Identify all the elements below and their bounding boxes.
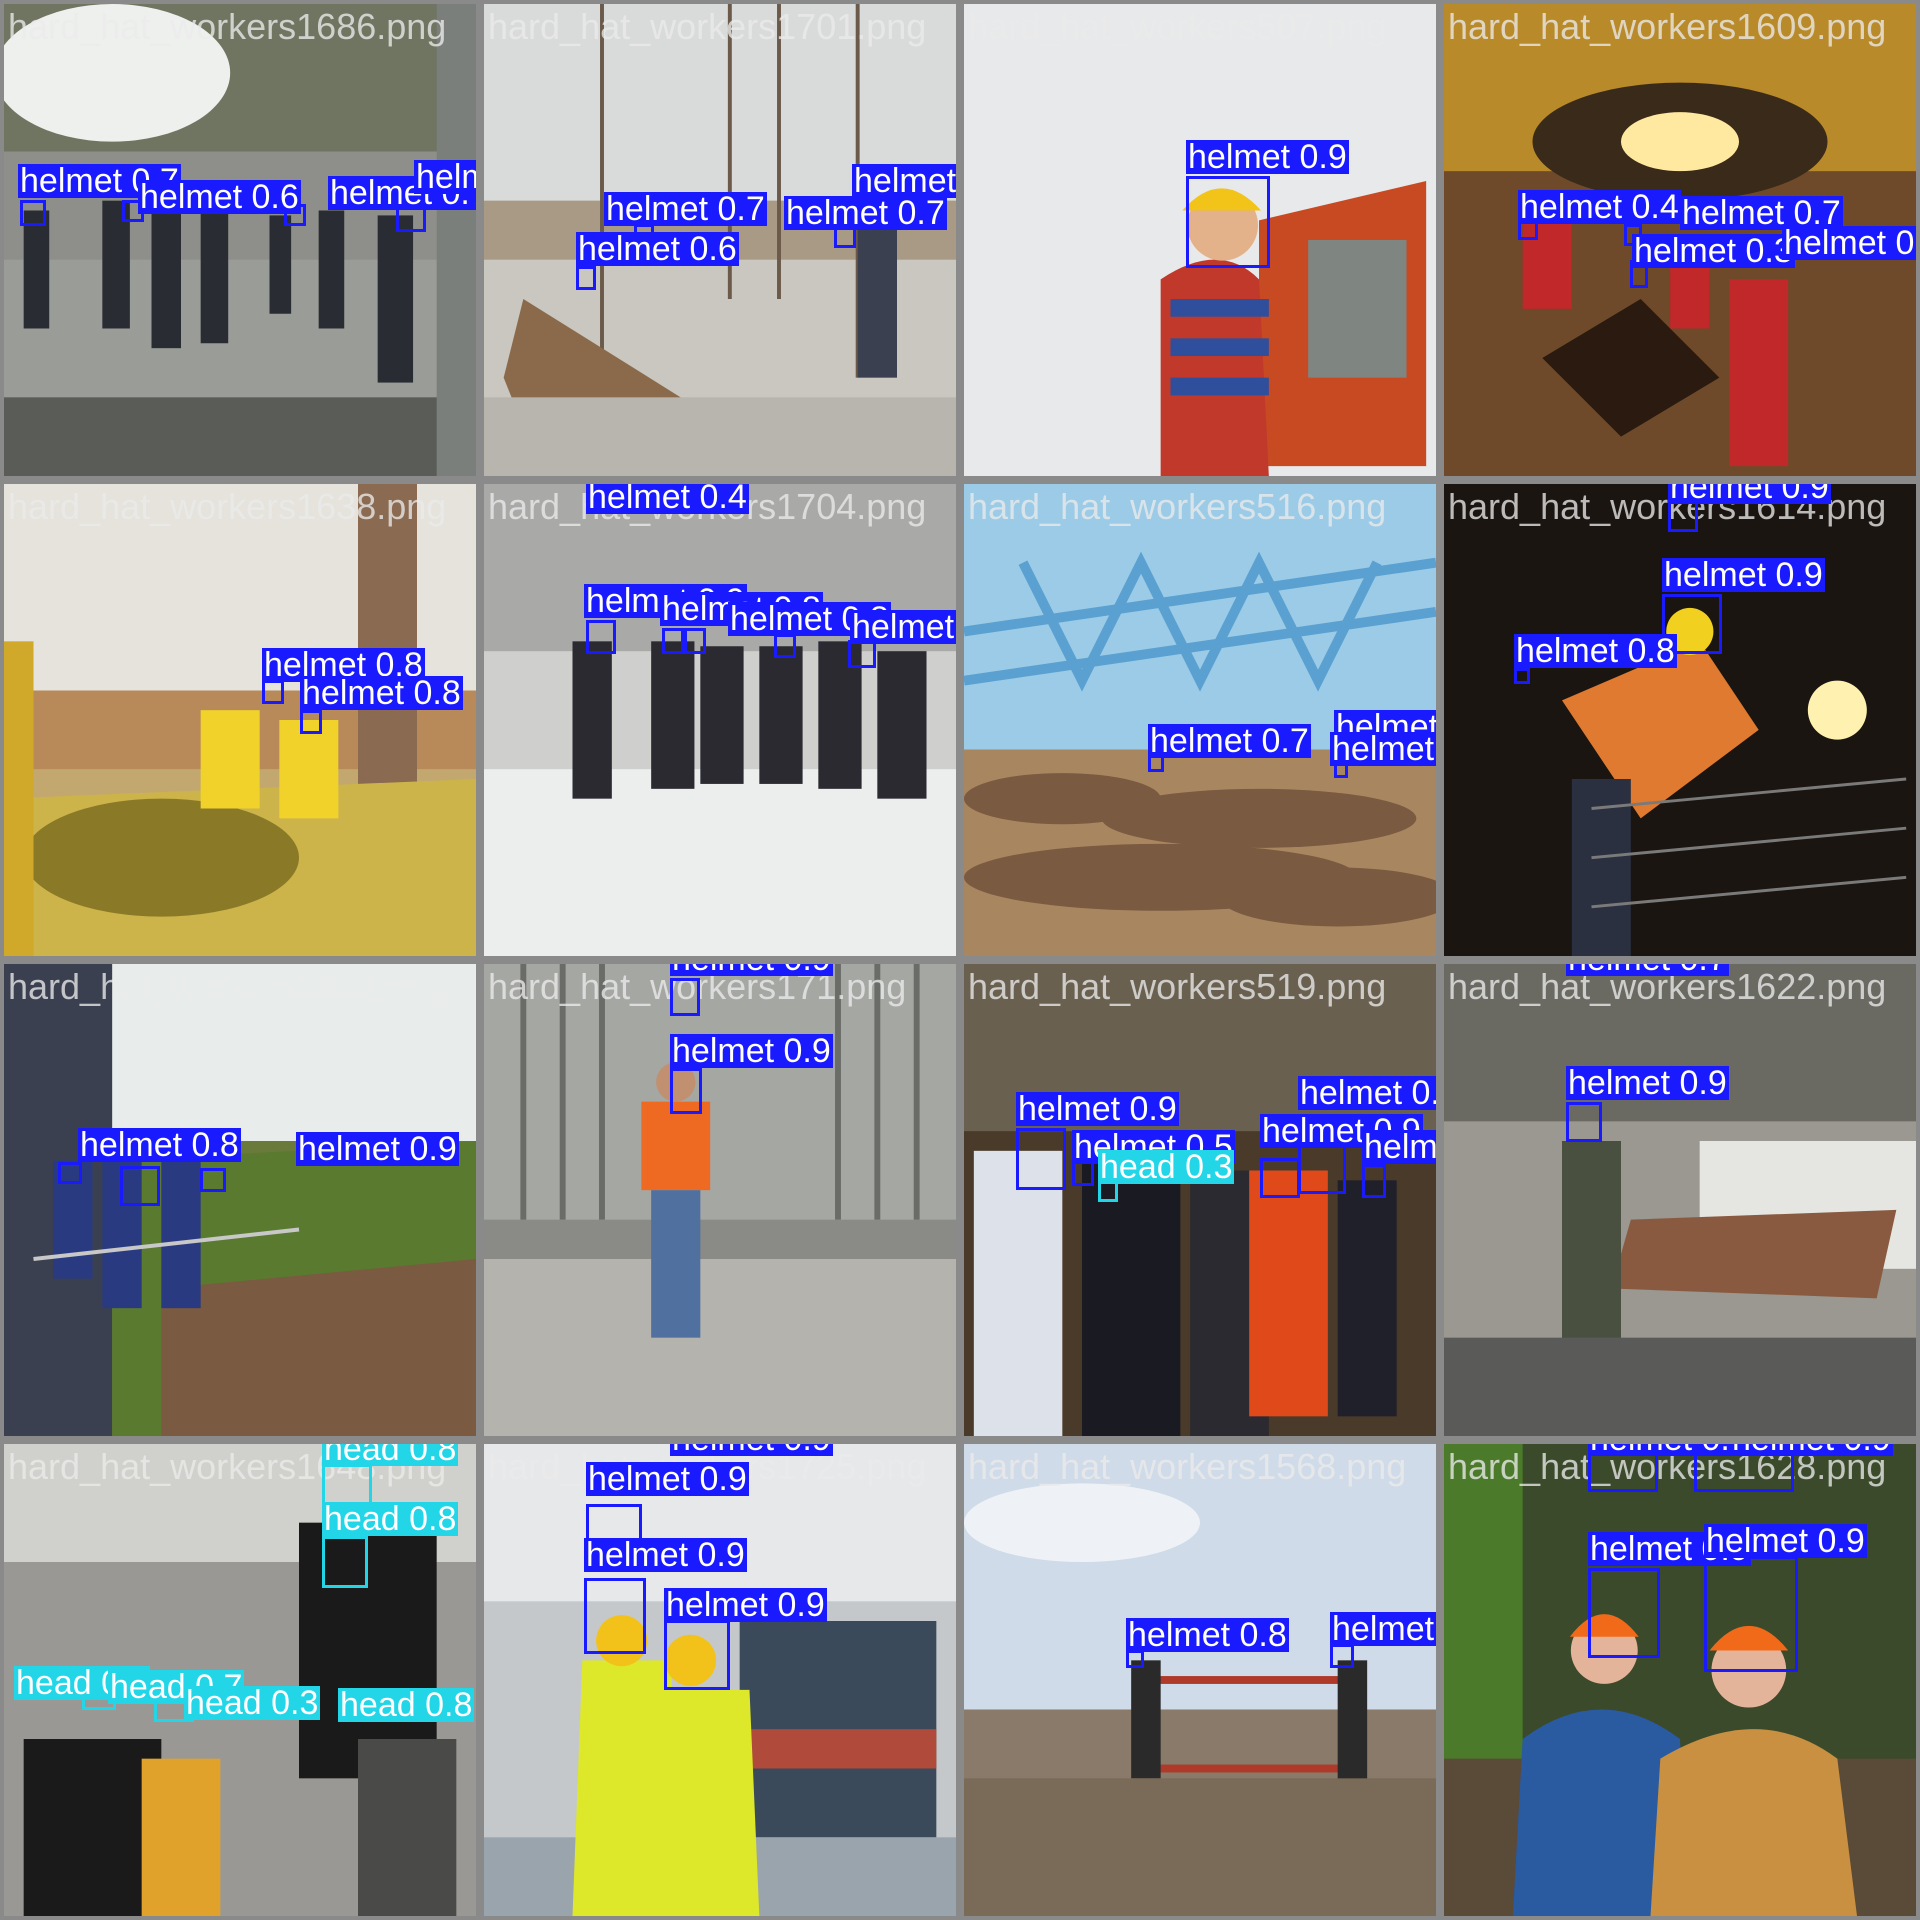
filename: hard_hat_workers1609.png <box>1448 6 1887 47</box>
tile-1701: hard_hat_workers1701.png helmet 0.8 helm… <box>480 0 960 480</box>
detection-label: helmet 0.8 <box>1514 632 1677 670</box>
tile-516: hard_hat_workers516.png helmet 0.7 helme… <box>960 480 1440 960</box>
filename: hard_hat_workers507.png <box>968 6 1387 47</box>
detection-label: helmet 0.5 <box>1362 1130 1436 1164</box>
helmet-box <box>1566 1102 1602 1142</box>
detection-label: helmet 0.7 <box>604 190 767 228</box>
filename: hard_hat_workers1638.png <box>8 486 447 527</box>
detection-label: helmet 0.9 <box>670 964 833 976</box>
helmet-box <box>1362 1164 1386 1198</box>
detection-label: helmet 0.8 <box>852 164 956 198</box>
detection-label: helmet 0.7 <box>1566 964 1729 976</box>
photo-night-worker <box>1444 484 1916 956</box>
filename: hard_hat_workers516.png <box>968 486 1387 527</box>
tile-519: hard_hat_workers519.png helmet 0.9 helme… <box>960 960 1440 1440</box>
tile-1614: hard_hat_workers1614.png helmet 0.9 helm… <box>1440 480 1920 960</box>
helmet-box <box>1514 668 1530 684</box>
head-box <box>322 1536 368 1588</box>
detection-label: head 0.8 <box>322 1444 459 1466</box>
photo-rail-yard <box>964 1444 1436 1916</box>
filename: hard_hat_workers519.png <box>968 966 1387 1007</box>
detection-label: helmet 0.8 <box>78 1126 241 1164</box>
tile-1704: hard_hat_workers1704.png helmet 0.9 helm… <box>480 480 960 960</box>
photo-tunnel-inspection <box>964 964 1436 1436</box>
detection-label: helmet 0.9 <box>1588 1444 1751 1456</box>
helmet-box <box>20 200 46 226</box>
detection-label: helmet 0.9 <box>414 160 476 194</box>
detection-label: helmet 0.9 <box>1668 484 1831 504</box>
detection-label: helmet 0.6 <box>850 610 956 644</box>
helmet-box <box>662 628 684 654</box>
detection-label: head 0.3 <box>184 1684 321 1722</box>
helmet-box <box>670 978 700 1016</box>
helmet-box <box>1260 1158 1300 1198</box>
photo-two-workers-smiling <box>1444 1444 1916 1916</box>
tile-1638: hard_hat_workers1638.png helmet 0.8 helm… <box>0 480 480 960</box>
photo-tug-rope <box>4 964 476 1436</box>
filename: hard_hat_workers1568.png <box>968 1446 1407 1487</box>
detection-label: helmet 0.8 <box>300 674 463 712</box>
helmet-box <box>670 1068 702 1114</box>
detection-label: helmet 0.9 <box>1566 1064 1729 1102</box>
detection-label: helmet 0.6 <box>576 230 739 268</box>
helmet-box <box>120 1166 160 1206</box>
detection-label: helmet 0.5 <box>1330 732 1436 766</box>
helmet-box <box>586 620 616 654</box>
tile-1642: hard_hat_workers1642.png helmet 0.8 helm… <box>0 960 480 1440</box>
detection-label: helmet 0.8 <box>1782 226 1916 260</box>
detection-label: helmet 0.7 <box>1148 722 1311 760</box>
helmet-box <box>200 1168 226 1192</box>
tile-1568: hard_hat_workers1568.png helmet 0.8 helm… <box>960 1440 1440 1920</box>
helmet-box <box>1186 176 1270 268</box>
detection-label: helmet 0.9 <box>296 1130 459 1168</box>
detection-label: helmet 0.9 <box>670 1032 833 1070</box>
helmet-box <box>1704 1556 1798 1672</box>
detection-label: helmet 0.9 <box>1298 1076 1436 1110</box>
helmet-box <box>576 266 596 290</box>
detection-label: helmet 0.3 <box>1632 232 1795 270</box>
filename: hard_hat_workers1701.png <box>488 6 927 47</box>
detection-label: helmet 0.4 <box>1518 188 1681 226</box>
detection-label: helmet 0.6 <box>138 178 301 216</box>
photo-street-workers <box>4 4 476 476</box>
tile-1648: hard_hat_workers1648.png head 0.8 head 0… <box>0 1440 480 1920</box>
detection-label: helmet 0.4 <box>586 480 749 516</box>
helmet-box <box>584 1578 646 1654</box>
tile-1686: hard_hat_workers1686.png helmet 0.7 helm… <box>0 0 480 480</box>
detection-label: helmet 0.9 <box>670 1444 833 1456</box>
detection-label: head 0.8 <box>322 1500 459 1538</box>
detection-label: helmet 0.9 <box>586 1460 749 1498</box>
helmet-box <box>300 710 322 734</box>
detection-label: helmet 0.8 <box>1126 1616 1289 1654</box>
tile-507: hard_hat_workers507.png helmet 0.9 <box>960 0 1440 480</box>
helmet-box <box>1588 1568 1660 1658</box>
detection-label: helmet 0.9 <box>1016 1090 1179 1128</box>
detection-label: helmet 0.9 <box>664 1586 827 1624</box>
detection-label: helmet 0.9 <box>1704 1522 1867 1560</box>
tile-1628: hard_hat_workers1628.png helmet 0.9 helm… <box>1440 1440 1920 1920</box>
detection-label: helmet 0.9 <box>1730 1444 1893 1456</box>
helmet-box <box>1016 1128 1066 1190</box>
photo-indoor-visitors <box>484 484 956 956</box>
detection-label: head 0.8 <box>338 1686 475 1724</box>
tile-1609: hard_hat_workers1609.png helmet 0.4 helm… <box>1440 0 1920 480</box>
helmet-box <box>58 1162 82 1184</box>
photo-yellow-suits <box>4 484 476 956</box>
detection-label: helmet 0.8 <box>1330 1612 1436 1646</box>
detection-grid: hard_hat_workers1686.png helmet 0.7 helm… <box>0 0 1920 1920</box>
detection-label: helmet 0.7 <box>784 194 947 232</box>
tile-1622: hard_hat_workers1622.png helmet 0.7 helm… <box>1440 960 1920 1440</box>
photo-indoor-construction <box>1444 964 1916 1436</box>
filename: hard_hat_workers1686.png <box>8 6 447 47</box>
helmet-box <box>664 1620 730 1690</box>
tile-171: hard_hat_workers171.png helmet 0.9 helme… <box>480 960 960 1440</box>
helmet-box <box>684 628 706 654</box>
detection-label: head 0.3 <box>1098 1148 1235 1186</box>
detection-label: helmet 0.9 <box>584 1536 747 1574</box>
detection-label: helmet 0.9 <box>1662 556 1825 594</box>
filename: hard_hat_workers1642.png <box>8 966 447 1007</box>
tile-1725: hard_hat_workers1725.png helmet 0.9 helm… <box>480 1440 960 1920</box>
detection-label: helmet 0.9 <box>1186 138 1349 176</box>
